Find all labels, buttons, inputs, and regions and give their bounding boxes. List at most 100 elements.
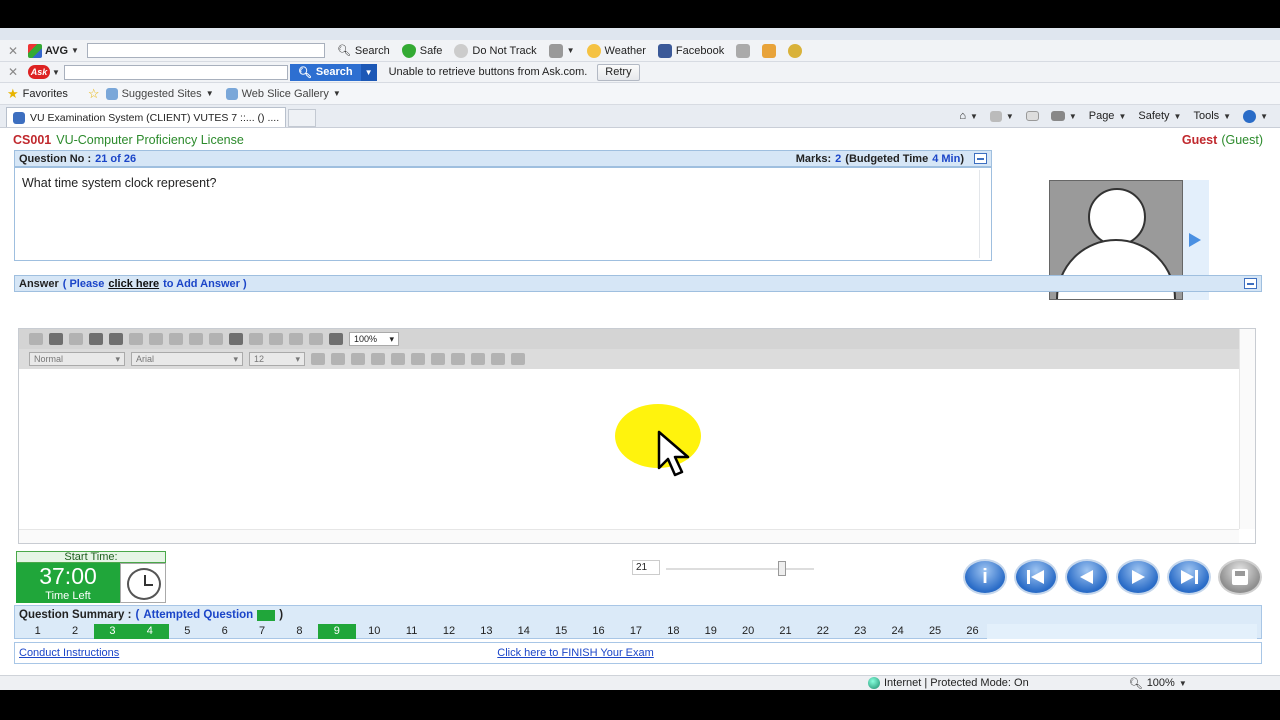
question-summary-item[interactable]: 12 — [430, 624, 467, 639]
avg-search-button[interactable]: 🔍︎ Search — [337, 44, 390, 58]
safety-menu[interactable]: Safety ▼ — [1138, 110, 1181, 122]
question-summary-item[interactable]: 3 — [93, 624, 132, 639]
avg-tools-button[interactable]: ▼ — [548, 43, 575, 58]
insert-icon[interactable] — [249, 333, 263, 345]
question-summary-item[interactable]: 8 — [281, 624, 318, 639]
print-preview-icon[interactable] — [109, 333, 123, 345]
do-not-track-button[interactable]: Do Not Track — [454, 43, 537, 58]
facebook-button[interactable]: Facebook — [657, 43, 724, 58]
print-button[interactable]: ▼ — [1050, 111, 1077, 121]
question-summary-item[interactable]: 26 — [954, 624, 991, 639]
question-summary-item[interactable]: 25 — [916, 624, 953, 639]
question-summary-item[interactable]: 13 — [468, 624, 505, 639]
question-summary-item[interactable]: 9 — [318, 624, 356, 639]
help-icon[interactable] — [329, 333, 343, 345]
previous-question-button[interactable] — [1065, 559, 1109, 595]
question-summary-item[interactable]: 22 — [804, 624, 841, 639]
question-summary-item[interactable]: 15 — [542, 624, 579, 639]
add-favorite-button[interactable]: ☆ — [88, 86, 100, 102]
ask-search-dropdown[interactable]: ▼ — [360, 63, 377, 81]
finish-exam-link[interactable]: Click here to FINISH Your Exam — [497, 647, 654, 659]
first-question-button[interactable] — [1014, 559, 1058, 595]
retry-button[interactable]: Retry — [597, 63, 640, 81]
redo-icon[interactable] — [209, 333, 223, 345]
question-summary-item[interactable]: 14 — [505, 624, 542, 639]
italic-icon[interactable] — [331, 353, 345, 365]
find-icon[interactable] — [229, 333, 243, 345]
editor-horizontal-scrollbar[interactable] — [19, 529, 1239, 543]
cut-icon[interactable] — [129, 333, 143, 345]
question-jump-field[interactable]: 21 — [632, 560, 660, 575]
info-button[interactable]: i — [963, 559, 1007, 595]
question-summary-item[interactable]: 11 — [393, 624, 430, 639]
conduct-instructions-link[interactable]: Conduct Instructions — [19, 647, 119, 659]
tab-vu-examination[interactable]: VU Examination System (CLIENT) VUTES 7 :… — [6, 107, 287, 127]
read-mail-button[interactable] — [1025, 111, 1039, 121]
bullet-list-icon[interactable] — [471, 353, 485, 365]
question-summary-item[interactable]: 7 — [243, 624, 280, 639]
print-icon[interactable] — [89, 333, 103, 345]
save-icon[interactable] — [69, 333, 83, 345]
question-summary-item[interactable]: 18 — [655, 624, 692, 639]
question-summary-item[interactable]: 21 — [767, 624, 804, 639]
justify-icon[interactable] — [431, 353, 445, 365]
image-icon[interactable] — [289, 333, 303, 345]
save-answer-button[interactable] — [1218, 559, 1262, 595]
ask-search-button[interactable]: 🔍︎ Search — [289, 63, 361, 81]
question-summary-item[interactable]: 20 — [729, 624, 766, 639]
bold-icon[interactable] — [311, 353, 325, 365]
indent-icon[interactable] — [511, 353, 525, 365]
question-summary-item[interactable]: 10 — [356, 624, 393, 639]
avg-extra-button-3[interactable] — [788, 43, 803, 58]
avg-search-input[interactable] — [86, 43, 325, 58]
avg-extra-button-1[interactable] — [736, 43, 751, 58]
ask-logo[interactable]: Ask — [28, 65, 50, 79]
collapse-answer-button[interactable] — [1244, 278, 1257, 289]
question-summary-item[interactable]: 4 — [131, 624, 169, 639]
safe-button[interactable]: Safe — [401, 43, 442, 58]
question-summary-item[interactable]: 24 — [879, 624, 916, 639]
paste-icon[interactable] — [169, 333, 183, 345]
editor-vertical-scrollbar[interactable] — [1239, 329, 1255, 529]
new-tab-button[interactable] — [288, 109, 317, 127]
avg-logo[interactable]: AVG ▼ — [28, 43, 79, 58]
last-question-button[interactable] — [1167, 559, 1211, 595]
align-right-icon[interactable] — [411, 353, 425, 365]
page-menu[interactable]: Page ▼ — [1089, 110, 1127, 122]
avg-extra-button-2[interactable] — [762, 43, 777, 58]
address-bar-strip[interactable] — [0, 28, 1280, 40]
outdent-icon[interactable] — [491, 353, 505, 365]
style-select[interactable]: Normal ▾ — [29, 352, 125, 366]
question-scrollbar[interactable] — [979, 170, 989, 258]
question-summary-item[interactable]: 17 — [617, 624, 654, 639]
ask-search-input[interactable] — [63, 64, 288, 80]
collapse-question-button[interactable] — [974, 153, 987, 164]
tools-menu[interactable]: Tools ▼ — [1193, 110, 1231, 122]
question-summary-item[interactable]: 6 — [206, 624, 243, 639]
question-summary-item[interactable]: 16 — [580, 624, 617, 639]
home-button[interactable]: ⌂ ▼ — [959, 110, 978, 122]
suggested-sites-link[interactable]: Suggested Sites ▼ — [105, 87, 214, 100]
close-toolbar-icon[interactable]: ✕ — [8, 44, 20, 58]
zoom-select[interactable]: 100% ▾ — [349, 332, 399, 346]
zoom-control[interactable]: 🔍︎ 100% ▼ — [1129, 677, 1187, 690]
favorites-button[interactable]: ★ Favorites — [7, 86, 68, 102]
align-center-icon[interactable] — [391, 353, 405, 365]
weather-button[interactable]: Weather — [586, 43, 646, 58]
question-summary-item[interactable]: 1 — [19, 624, 56, 639]
question-slider-thumb[interactable] — [778, 561, 786, 576]
numbered-list-icon[interactable] — [451, 353, 465, 365]
expand-arrow-icon[interactable] — [1189, 233, 1201, 247]
security-zone[interactable]: Internet | Protected Mode: On — [868, 677, 1029, 689]
underline-icon[interactable] — [351, 353, 365, 365]
question-summary-item[interactable]: 5 — [169, 624, 206, 639]
new-document-icon[interactable] — [29, 333, 43, 345]
table-icon[interactable] — [269, 333, 283, 345]
question-summary-item[interactable]: 23 — [842, 624, 879, 639]
question-summary-item[interactable]: 19 — [692, 624, 729, 639]
help-menu[interactable]: ▼ — [1243, 109, 1268, 123]
paragraph-icon[interactable] — [309, 333, 323, 345]
chevron-down-icon[interactable]: ▼ — [52, 68, 60, 77]
size-select[interactable]: 12 ▾ — [249, 352, 305, 366]
undo-icon[interactable] — [189, 333, 203, 345]
